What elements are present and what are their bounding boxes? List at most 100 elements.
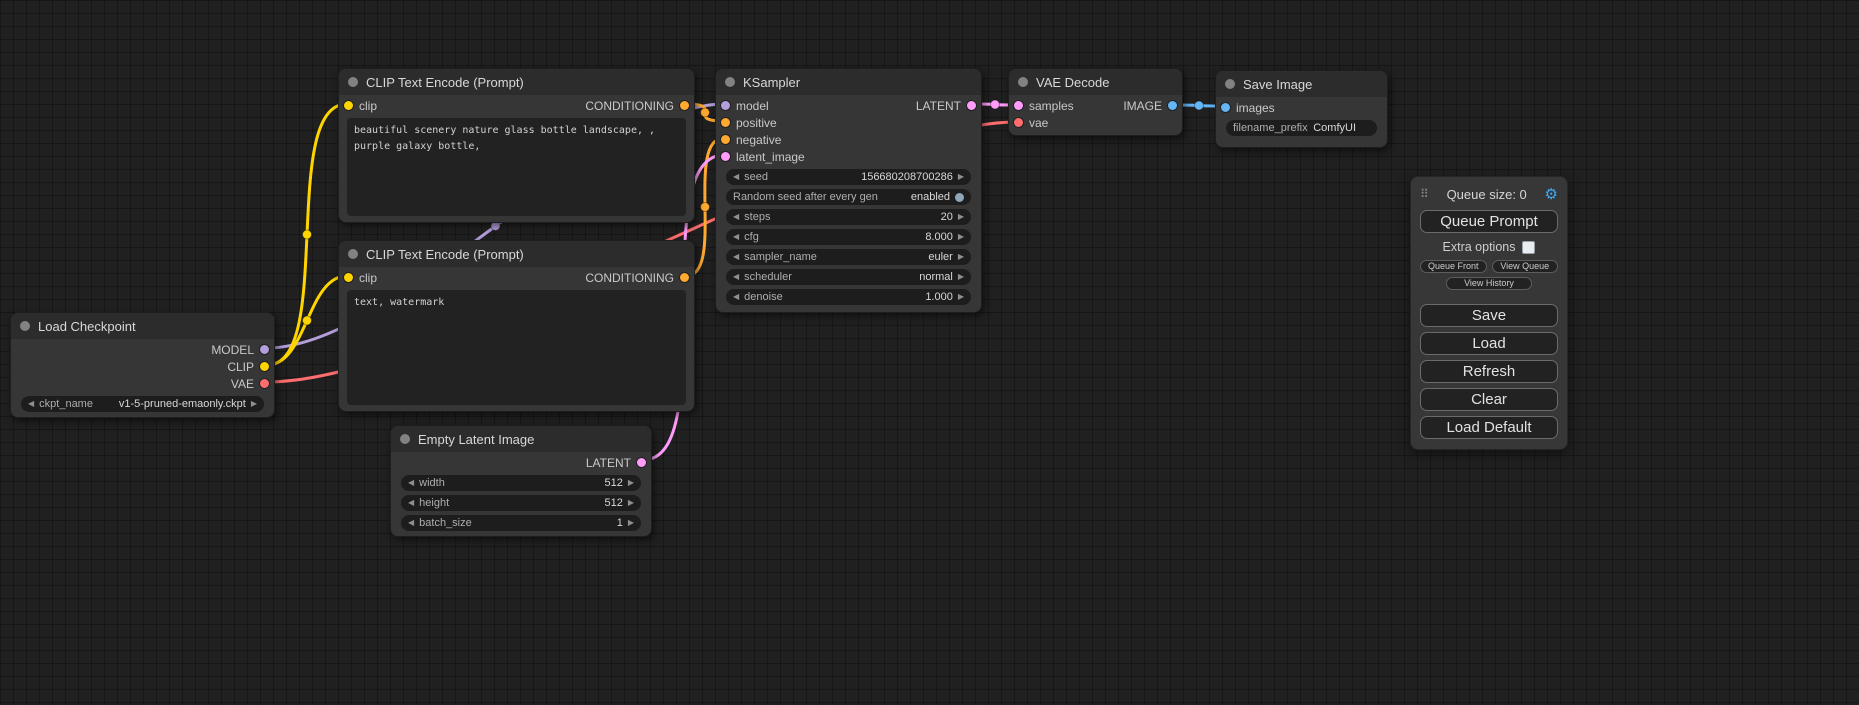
widget-height[interactable]: ◀ height 512 ▶: [401, 495, 641, 511]
node-clip-text-encode-positive[interactable]: CLIP Text Encode (Prompt) clip CONDITION…: [338, 68, 695, 223]
slot-dot-latent[interactable]: [967, 101, 976, 110]
slot-input-clip[interactable]: clip: [344, 99, 377, 113]
collapse-dot-icon[interactable]: [1225, 79, 1235, 89]
slot-dot-latent[interactable]: [1014, 101, 1023, 110]
clear-button[interactable]: Clear: [1420, 388, 1558, 411]
decrement-arrow-icon[interactable]: ◀: [733, 293, 739, 301]
decrement-arrow-icon[interactable]: ◀: [733, 273, 739, 281]
node-clip-text-encode-negative[interactable]: CLIP Text Encode (Prompt) clip CONDITION…: [338, 240, 695, 412]
node-title-bar[interactable]: KSampler: [716, 69, 981, 95]
widget-width[interactable]: ◀ width 512 ▶: [401, 475, 641, 491]
increment-arrow-icon[interactable]: ▶: [958, 293, 964, 301]
slot-input-negative[interactable]: negative: [716, 131, 981, 148]
increment-arrow-icon[interactable]: ▶: [251, 400, 257, 408]
slot-output-vae[interactable]: VAE: [11, 375, 274, 392]
slot-dot-clip[interactable]: [344, 101, 353, 110]
extra-options-checkbox[interactable]: [1522, 241, 1535, 254]
prompt-textarea[interactable]: text, watermark: [347, 290, 686, 405]
collapse-dot-icon[interactable]: [400, 434, 410, 444]
slot-dot-conditioning[interactable]: [680, 101, 689, 110]
slot-output-model[interactable]: MODEL: [11, 341, 274, 358]
save-button[interactable]: Save: [1420, 304, 1558, 327]
toggle-dot-icon[interactable]: [955, 193, 964, 202]
slot-dot-latent[interactable]: [637, 458, 646, 467]
decrement-arrow-icon[interactable]: ◀: [733, 233, 739, 241]
increment-arrow-icon[interactable]: ▶: [958, 273, 964, 281]
slot-input-model[interactable]: model: [721, 99, 769, 113]
widget-denoise[interactable]: ◀ denoise 1.000 ▶: [726, 289, 971, 305]
slot-output-latent[interactable]: LATENT: [916, 99, 976, 113]
increment-arrow-icon[interactable]: ▶: [958, 173, 964, 181]
slot-input-clip[interactable]: clip: [344, 271, 377, 285]
decrement-arrow-icon[interactable]: ◀: [408, 519, 414, 527]
collapse-dot-icon[interactable]: [348, 77, 358, 87]
prompt-textarea[interactable]: beautiful scenery nature glass bottle la…: [347, 118, 686, 216]
increment-arrow-icon[interactable]: ▶: [958, 253, 964, 261]
increment-arrow-icon[interactable]: ▶: [628, 519, 634, 527]
graph-canvas[interactable]: Load Checkpoint MODEL CLIP VAE ◀ ckpt_na…: [0, 0, 1859, 705]
decrement-arrow-icon[interactable]: ◀: [733, 253, 739, 261]
slot-input-images[interactable]: images: [1216, 99, 1387, 116]
decrement-arrow-icon[interactable]: ◀: [28, 400, 34, 408]
settings-gear-icon[interactable]: ⚙: [1545, 185, 1558, 203]
queue-front-button[interactable]: Queue Front: [1420, 260, 1487, 273]
collapse-dot-icon[interactable]: [1018, 77, 1028, 87]
slot-output-conditioning[interactable]: CONDITIONING: [585, 99, 689, 113]
slot-dot-model[interactable]: [721, 101, 730, 110]
widget-filename-prefix[interactable]: filename_prefix ComfyUI: [1226, 120, 1377, 136]
widget-seed[interactable]: ◀ seed 156680208700286 ▶: [726, 169, 971, 185]
decrement-arrow-icon[interactable]: ◀: [733, 213, 739, 221]
slot-output-image[interactable]: IMAGE: [1123, 99, 1177, 113]
slot-dot-image[interactable]: [1221, 103, 1230, 112]
decrement-arrow-icon[interactable]: ◀: [408, 479, 414, 487]
widget-ckpt-name[interactable]: ◀ ckpt_name v1-5-pruned-emaonly.ckpt ▶: [21, 396, 264, 412]
collapse-dot-icon[interactable]: [348, 249, 358, 259]
increment-arrow-icon[interactable]: ▶: [628, 479, 634, 487]
slot-input-samples[interactable]: samples: [1014, 99, 1074, 113]
node-ksampler[interactable]: KSampler model LATENT positive negative: [715, 68, 982, 313]
view-queue-button[interactable]: View Queue: [1492, 260, 1559, 273]
slot-dot-model[interactable]: [260, 345, 269, 354]
drag-handle-icon[interactable]: ⠿: [1420, 187, 1429, 201]
node-title-bar[interactable]: Empty Latent Image: [391, 426, 651, 452]
widget-sampler-name[interactable]: ◀ sampler_name euler ▶: [726, 249, 971, 265]
slot-dot-image[interactable]: [1168, 101, 1177, 110]
increment-arrow-icon[interactable]: ▶: [628, 499, 634, 507]
node-title-bar[interactable]: CLIP Text Encode (Prompt): [339, 241, 694, 267]
refresh-button[interactable]: Refresh: [1420, 360, 1558, 383]
slot-dot-conditioning[interactable]: [721, 118, 730, 127]
slot-output-conditioning[interactable]: CONDITIONING: [585, 271, 689, 285]
node-load-checkpoint[interactable]: Load Checkpoint MODEL CLIP VAE ◀ ckpt_na…: [10, 312, 275, 418]
slot-input-latent-image[interactable]: latent_image: [716, 148, 981, 165]
node-save-image[interactable]: Save Image images filename_prefix ComfyU…: [1215, 70, 1388, 148]
slot-output-latent[interactable]: LATENT: [391, 454, 651, 471]
slot-input-vae[interactable]: vae: [1009, 114, 1182, 131]
slot-dot-vae[interactable]: [1014, 118, 1023, 127]
widget-scheduler[interactable]: ◀ scheduler normal ▶: [726, 269, 971, 285]
slot-dot-conditioning[interactable]: [721, 135, 730, 144]
node-title-bar[interactable]: VAE Decode: [1009, 69, 1182, 95]
slot-output-clip[interactable]: CLIP: [11, 358, 274, 375]
collapse-dot-icon[interactable]: [20, 321, 30, 331]
slot-dot-latent[interactable]: [721, 152, 730, 161]
node-vae-decode[interactable]: VAE Decode samples IMAGE vae: [1008, 68, 1183, 136]
node-title-bar[interactable]: Load Checkpoint: [11, 313, 274, 339]
slot-dot-vae[interactable]: [260, 379, 269, 388]
increment-arrow-icon[interactable]: ▶: [958, 213, 964, 221]
node-empty-latent-image[interactable]: Empty Latent Image LATENT ◀ width 512 ▶ …: [390, 425, 652, 537]
slot-dot-clip[interactable]: [344, 273, 353, 282]
node-title-bar[interactable]: Save Image: [1216, 71, 1387, 97]
increment-arrow-icon[interactable]: ▶: [958, 233, 964, 241]
load-button[interactable]: Load: [1420, 332, 1558, 355]
slot-dot-clip[interactable]: [260, 362, 269, 371]
decrement-arrow-icon[interactable]: ◀: [408, 499, 414, 507]
widget-random-seed-toggle[interactable]: Random seed after every gen enabled: [726, 189, 971, 205]
slot-input-positive[interactable]: positive: [716, 114, 981, 131]
collapse-dot-icon[interactable]: [725, 77, 735, 87]
node-title-bar[interactable]: CLIP Text Encode (Prompt): [339, 69, 694, 95]
queue-prompt-button[interactable]: Queue Prompt: [1420, 210, 1558, 233]
widget-batch-size[interactable]: ◀ batch_size 1 ▶: [401, 515, 641, 531]
view-history-button[interactable]: View History: [1446, 277, 1532, 290]
widget-cfg[interactable]: ◀ cfg 8.000 ▶: [726, 229, 971, 245]
load-default-button[interactable]: Load Default: [1420, 416, 1558, 439]
